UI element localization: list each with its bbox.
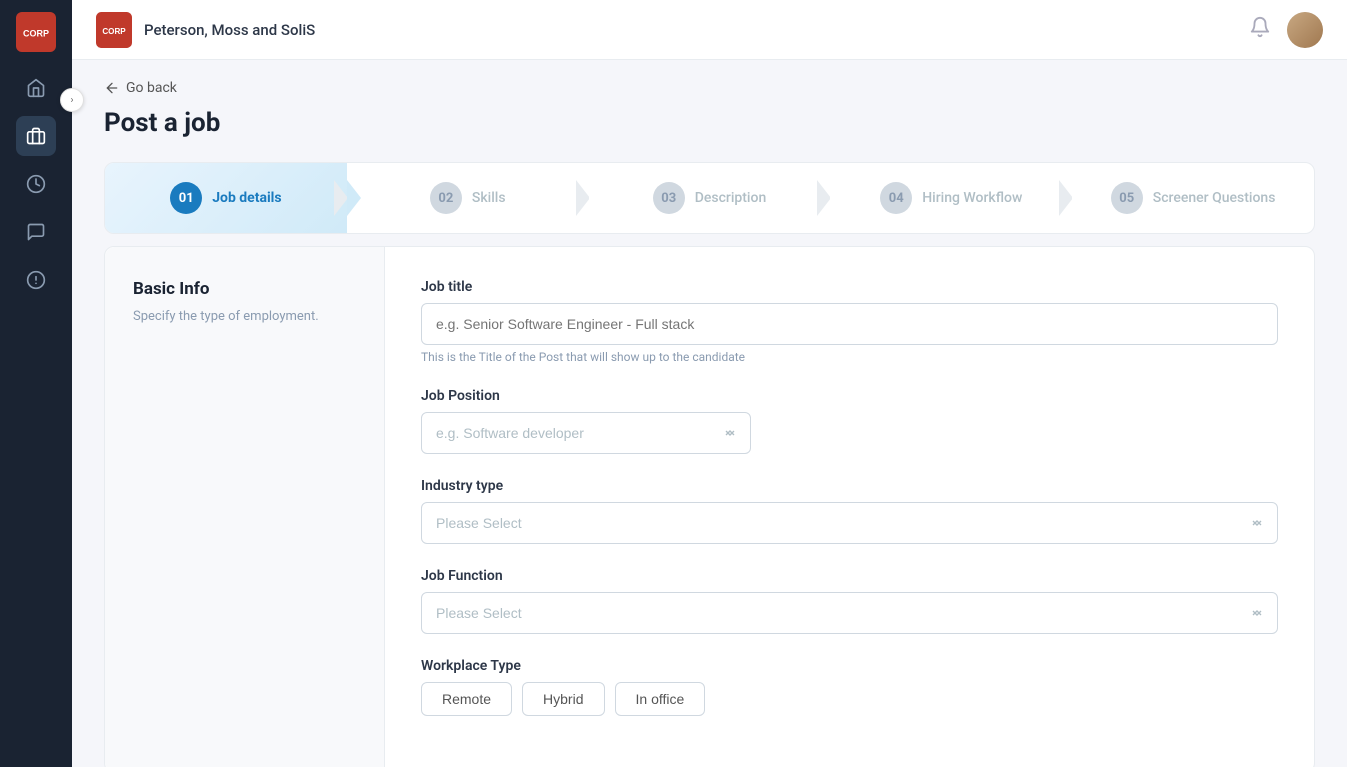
industry-type-group: Industry type Please Select bbox=[421, 478, 1278, 544]
job-title-input[interactable] bbox=[421, 303, 1278, 345]
steps-track: 01 Job details 02 Skills 03 Description … bbox=[105, 163, 1314, 233]
step-num-5: 05 bbox=[1111, 182, 1143, 214]
notification-bell-icon[interactable] bbox=[1249, 16, 1271, 43]
logo: CORP bbox=[16, 12, 56, 52]
step-job-details[interactable]: 01 Job details bbox=[105, 163, 347, 233]
job-function-group: Job Function Please Select bbox=[421, 568, 1278, 634]
form-sidebar-title: Basic Info bbox=[133, 279, 356, 299]
step-label-4: Hiring Workflow bbox=[922, 190, 1022, 206]
workplace-hybrid-button[interactable]: Hybrid bbox=[522, 682, 604, 716]
chevron-right-icon: › bbox=[70, 95, 73, 106]
sidebar: CORP › bbox=[0, 0, 72, 767]
workplace-type-label: Workplace Type bbox=[421, 658, 1278, 674]
step-screener-questions[interactable]: 05 Screener Questions bbox=[1072, 163, 1314, 233]
job-position-select[interactable]: e.g. Software developer bbox=[421, 412, 751, 454]
form-sidebar-desc: Specify the type of employment. bbox=[133, 307, 356, 327]
go-back-label: Go back bbox=[126, 80, 177, 96]
job-position-label: Job Position bbox=[421, 388, 1278, 404]
step-label-5: Screener Questions bbox=[1153, 190, 1276, 206]
go-back-button[interactable]: Go back bbox=[104, 80, 1315, 96]
topbar-right bbox=[1249, 12, 1323, 48]
job-title-hint: This is the Title of the Post that will … bbox=[421, 350, 1278, 364]
step-skills[interactable]: 02 Skills bbox=[347, 163, 589, 233]
sidebar-item-jobs[interactable] bbox=[16, 116, 56, 156]
main-area: CORP Peterson, Moss and SoliS Go back bbox=[72, 0, 1347, 767]
step-label-3: Description bbox=[695, 190, 767, 206]
svg-text:CORP: CORP bbox=[23, 28, 49, 38]
workplace-options: Remote Hybrid In office bbox=[421, 682, 1278, 716]
job-position-group: Job Position e.g. Software developer bbox=[421, 388, 1278, 454]
sidebar-item-messages[interactable] bbox=[16, 212, 56, 252]
form-sidebar: Basic Info Specify the type of employmen… bbox=[105, 247, 385, 767]
step-label-2: Skills bbox=[472, 190, 506, 206]
step-label-1: Job details bbox=[212, 190, 281, 206]
step-num-4: 04 bbox=[880, 182, 912, 214]
job-position-wrapper: e.g. Software developer bbox=[421, 412, 751, 454]
avatar[interactable] bbox=[1287, 12, 1323, 48]
company-name: Peterson, Moss and SoliS bbox=[144, 21, 315, 39]
workplace-inoffice-button[interactable]: In office bbox=[615, 682, 706, 716]
sidebar-item-home[interactable] bbox=[16, 68, 56, 108]
workplace-type-group: Workplace Type Remote Hybrid In office bbox=[421, 658, 1278, 716]
job-title-group: Job title This is the Title of the Post … bbox=[421, 279, 1278, 364]
svg-text:CORP: CORP bbox=[102, 26, 126, 35]
industry-type-label: Industry type bbox=[421, 478, 1278, 494]
job-function-select[interactable]: Please Select bbox=[421, 592, 1278, 634]
step-description[interactable]: 03 Description bbox=[589, 163, 831, 233]
sidebar-toggle[interactable]: › bbox=[60, 88, 84, 112]
step-num-3: 03 bbox=[653, 182, 685, 214]
back-arrow-icon bbox=[104, 80, 120, 96]
content-area: Go back Post a job 01 Job details 02 Ski… bbox=[72, 60, 1347, 767]
sidebar-item-info[interactable] bbox=[16, 260, 56, 300]
page-title: Post a job bbox=[104, 108, 1315, 138]
topbar: CORP Peterson, Moss and SoliS bbox=[72, 0, 1347, 60]
industry-type-select[interactable]: Please Select bbox=[421, 502, 1278, 544]
job-title-label: Job title bbox=[421, 279, 1278, 295]
workplace-remote-button[interactable]: Remote bbox=[421, 682, 512, 716]
step-hiring-workflow[interactable]: 04 Hiring Workflow bbox=[830, 163, 1072, 233]
step-num-1: 01 bbox=[170, 182, 202, 214]
sidebar-item-reports[interactable] bbox=[16, 164, 56, 204]
step-num-2: 02 bbox=[430, 182, 462, 214]
form-section: Basic Info Specify the type of employmen… bbox=[104, 246, 1315, 767]
form-main: Job title This is the Title of the Post … bbox=[385, 247, 1314, 767]
job-function-label: Job Function bbox=[421, 568, 1278, 584]
topbar-left: CORP Peterson, Moss and SoliS bbox=[96, 12, 315, 48]
steps-container: 01 Job details 02 Skills 03 Description … bbox=[104, 162, 1315, 234]
company-logo-icon: CORP bbox=[96, 12, 132, 48]
avatar-image bbox=[1287, 12, 1323, 48]
